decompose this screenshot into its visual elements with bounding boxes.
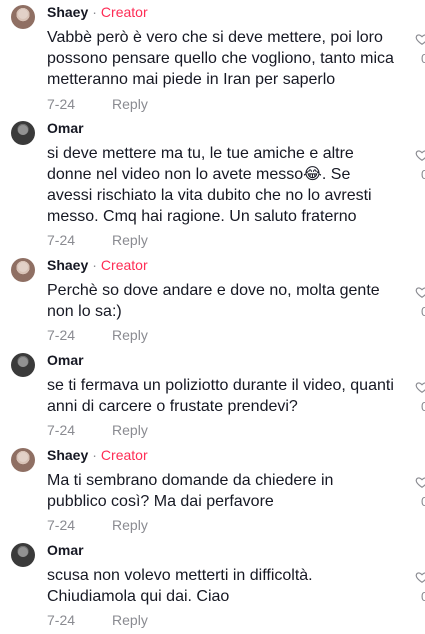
comment-meta: 7-24 Reply [47,327,148,343]
separator: · [92,4,97,20]
comment-date: 7-24 [47,517,76,533]
heart-outline-icon[interactable] [415,380,425,394]
reply-button[interactable]: Reply [112,612,148,628]
separator: · [92,447,97,463]
author-name[interactable]: Omar [47,120,84,136]
like-count: 0 [421,51,425,66]
reply-button[interactable]: Reply [112,327,148,343]
avatar[interactable] [11,543,35,567]
comment-meta: 7-24 Reply [47,517,148,533]
reply-button[interactable]: Reply [112,232,148,248]
avatar[interactable] [11,448,35,472]
author-name[interactable]: Omar [47,352,84,368]
comment-item: Omar se ti fermava un poliziotto durante… [0,352,425,443]
avatar[interactable] [11,353,35,377]
comment-meta: 7-24 Reply [47,422,148,438]
comment-text: scusa non volevo metterti in difficoltà.… [47,567,313,605]
comment-date: 7-24 [47,327,76,343]
comment-thread: Shaey · Creator Vabbè però è vero che si d… [0,0,425,634]
comment-date: 7-24 [47,612,76,628]
comment-item: Omar si deve mettere ma tu, le tue amich… [0,120,425,256]
like-count: 0 [421,494,425,509]
comment-item: Shaey · Creator Ma ti sembrano domande da … [0,447,425,538]
comment-meta: 7-24 Reply [47,232,148,248]
like-count: 0 [421,304,425,319]
heart-outline-icon[interactable] [415,32,425,46]
heart-outline-icon[interactable] [415,285,425,299]
separator: · [92,257,97,273]
comment-date: 7-24 [47,232,76,248]
comment-text: Perchè so dove andare e dove no, molta g… [47,282,380,320]
like-count: 0 [421,589,425,604]
creator-badge: Creator [100,257,148,273]
reply-button[interactable]: Reply [112,517,148,533]
comment-meta: 7-24 Reply [47,96,148,112]
comment-item: Shaey · Creator Vabbè però è vero che si d… [0,4,425,120]
comment-text: Ma ti sembrano domande da chiedere in pu… [47,472,334,510]
avatar[interactable] [11,258,35,282]
comment-header: Omar [47,352,84,368]
author-name[interactable]: Shaey [47,447,88,463]
comment-date: 7-24 [47,422,76,438]
reply-button[interactable]: Reply [112,96,148,112]
comment-header: Shaey · Creator [47,4,148,20]
comment-header: Shaey · Creator [47,257,148,273]
comment-header: Omar [47,120,84,136]
comment-date: 7-24 [47,96,76,112]
creator-badge: Creator [100,447,148,463]
comment-text: se ti fermava un poliziotto durante il v… [47,377,394,415]
heart-outline-icon[interactable] [415,475,425,489]
heart-outline-icon[interactable] [415,570,425,584]
comment-text: si deve mettere ma tu, le tue amiche e a… [47,145,372,225]
comment-text: Vabbè però è vero che si deve mettere, p… [47,29,394,88]
reply-button[interactable]: Reply [112,422,148,438]
author-name[interactable]: Shaey [47,257,88,273]
comment-item: Shaey · Creator Perchè so dove andare e do… [0,257,425,348]
author-name[interactable]: Omar [47,542,84,558]
author-name[interactable]: Shaey [47,4,88,20]
comment-header: Shaey · Creator [47,447,148,463]
like-count: 0 [421,399,425,414]
heart-outline-icon[interactable] [415,148,425,162]
like-count: 0 [421,167,425,182]
comment-header: Omar [47,542,84,558]
avatar[interactable] [11,121,35,145]
comment-item: Omar scusa non volevo metterti in diffic… [0,542,425,634]
comment-meta: 7-24 Reply [47,612,148,628]
creator-badge: Creator [100,4,148,20]
avatar[interactable] [11,5,35,29]
